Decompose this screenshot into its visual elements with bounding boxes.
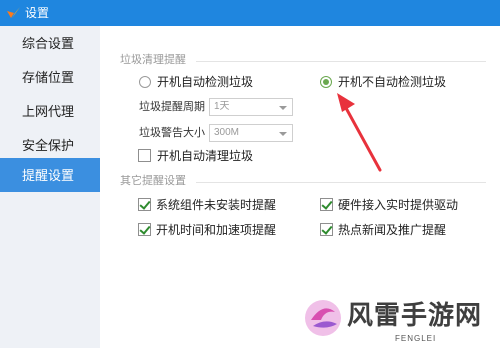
annotation-arrow-icon xyxy=(337,93,382,172)
fenglei-logo-icon xyxy=(305,300,341,336)
watermark-sub: FENGLEI xyxy=(395,334,437,343)
watermark: 风雷手游网 FENGLEI xyxy=(303,298,497,346)
watermark-name: 风雷手游网 xyxy=(347,300,483,330)
